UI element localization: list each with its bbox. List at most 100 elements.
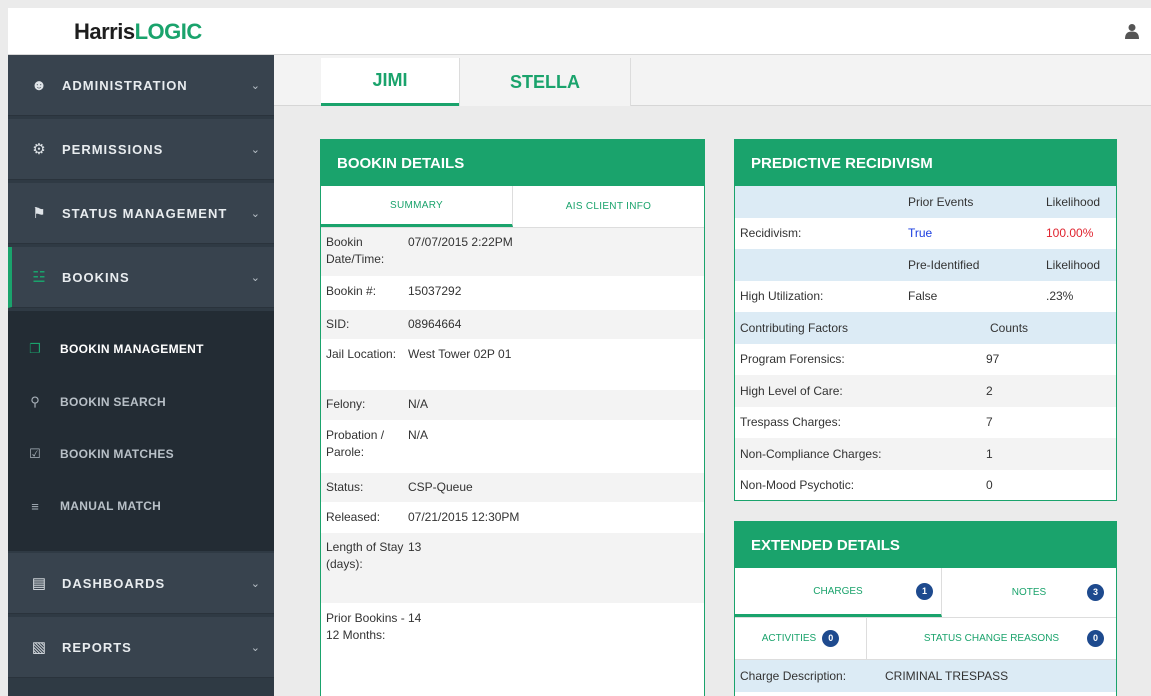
detail-key: Bookin #: <box>326 284 377 298</box>
table-row: Recidivism: True 100.00% <box>735 218 1116 250</box>
tab-ais-client-info[interactable]: AIS CLIENT INFO <box>513 186 704 227</box>
chevron-down-icon: ⌄ <box>250 577 260 590</box>
header-cell: Prior Events <box>908 194 974 209</box>
charge-row: Charge Description: CRIMINAL TRESPASS <box>735 660 1116 692</box>
tab-label: CHARGES <box>813 585 863 597</box>
tab-status-change-reasons[interactable]: STATUS CHANGE REASONS 0 <box>867 618 1116 659</box>
factor-count: 1 <box>986 446 993 461</box>
detail-value: CSP-Queue <box>408 480 473 494</box>
tab-activities[interactable]: ACTIVITIES 0 <box>735 618 867 659</box>
chevron-down-icon: ⌄ <box>250 207 260 220</box>
top-bar: HarrisLOGIC <box>8 8 1151 55</box>
extended-tabs-row-2: ACTIVITIES 0 STATUS CHANGE REASONS 0 <box>735 618 1116 660</box>
sidebar: ☻ ADMINISTRATION ⌄ ⚙ PERMISSIONS ⌄ ⚑ STA… <box>8 55 274 696</box>
tab-label: STATUS CHANGE REASONS <box>923 633 1060 644</box>
detail-row: Bookin Date/Time: 07/07/2015 2:22PM <box>321 228 704 277</box>
detail-key: Jail Location: <box>326 347 397 361</box>
sidebar-item-bookins[interactable]: ☳ BOOKINS ⌄ <box>8 247 274 308</box>
tab-stella[interactable]: STELLA <box>459 58 631 106</box>
factor-row: Non-Compliance Charges: 1 <box>735 438 1116 470</box>
row-label: High Utilization: <box>740 289 824 304</box>
bookin-details-title: BOOKIN DETAILS <box>321 140 704 186</box>
tab-jimi[interactable]: JIMI <box>321 58 459 106</box>
factor-count: 7 <box>986 415 993 430</box>
tab-charges[interactable]: CHARGES 1 <box>735 568 942 617</box>
detail-key: Released: <box>326 510 381 524</box>
count-badge: 0 <box>1087 630 1104 647</box>
detail-key: Status: <box>326 480 364 494</box>
table-header-row: Pre-Identified Likelihood <box>735 249 1116 281</box>
chevron-down-icon: ⌄ <box>250 271 260 284</box>
header-cell: Likelihood <box>1046 257 1101 272</box>
high-utilization-likelihood: .23% <box>1046 289 1074 304</box>
factor-row: High Level of Care: 2 <box>735 375 1116 407</box>
header-cell: Contributing Factors <box>740 320 849 335</box>
tab-summary[interactable]: SUMMARY <box>321 186 513 227</box>
predictive-recidivism-panel: PREDICTIVE RECIDIVISM Prior Events Likel… <box>734 139 1117 501</box>
detail-value: 15037292 <box>408 284 462 298</box>
factor-count: 0 <box>986 478 993 493</box>
sidebar-item-label: DASHBOARDS <box>62 575 166 591</box>
sidebar-item-administration[interactable]: ☻ ADMINISTRATION ⌄ <box>8 55 274 116</box>
detail-value: 14 <box>408 611 422 625</box>
group-icon: ☳ <box>32 269 46 286</box>
header-cell: Pre-Identified <box>908 257 980 272</box>
submenu-item-manual-match[interactable]: ≡ MANUAL MATCH <box>8 486 274 526</box>
detail-value: 08964664 <box>408 317 462 331</box>
extended-tabs-row-1: CHARGES 1 NOTES 3 <box>735 568 1116 618</box>
detail-value: N/A <box>408 428 429 442</box>
chevron-down-icon: ⌄ <box>250 79 260 92</box>
header-cell: Counts <box>990 320 1029 335</box>
sidebar-item-reports[interactable]: ▧ REPORTS ⌄ <box>8 617 274 678</box>
sidebar-item-status-management[interactable]: ⚑ STATUS MANAGEMENT ⌄ <box>8 183 274 244</box>
detail-row: Status: CSP-Queue <box>321 473 704 503</box>
submenu-item-bookin-matches[interactable]: ☑ BOOKIN MATCHES <box>8 434 274 474</box>
tags-icon: ⚑ <box>32 205 46 222</box>
sidebar-item-dashboards[interactable]: ▤ DASHBOARDS ⌄ <box>8 553 274 614</box>
submenu-item-label: BOOKIN MANAGEMENT <box>60 342 204 356</box>
recidivism-title: PREDICTIVE RECIDIVISM <box>735 140 1116 186</box>
submenu-item-label: MANUAL MATCH <box>60 499 162 513</box>
chevron-down-icon: ⌄ <box>250 641 260 654</box>
tab-label: NOTES <box>1011 587 1047 598</box>
sidebar-item-permissions[interactable]: ⚙ PERMISSIONS ⌄ <box>8 119 274 180</box>
logo-accent-text: LOGIC <box>134 19 203 44</box>
person-tab-bar: JIMI STELLA <box>274 55 1151 106</box>
bookin-subtabs: SUMMARY AIS CLIENT INFO <box>321 186 704 228</box>
detail-key: Length of Stay (days): <box>326 540 404 571</box>
submenu-item-bookin-search[interactable]: ⚲ BOOKIN SEARCH <box>8 382 274 422</box>
table-row: High Utilization: False .23% <box>735 281 1116 313</box>
tab-notes[interactable]: NOTES 3 <box>942 568 1116 617</box>
factor-row: Non-Mood Psychotic: 0 <box>735 470 1116 502</box>
submenu-item-label: BOOKIN SEARCH <box>60 395 166 409</box>
charge-value: CRIMINAL TRESPASS <box>885 669 1009 683</box>
bookins-submenu: ❐ BOOKIN MANAGEMENT ⚲ BOOKIN SEARCH ☑ BO… <box>8 311 274 551</box>
extended-details-title: EXTENDED DETAILS <box>735 522 1116 568</box>
factor-label: Program Forensics: <box>740 352 845 367</box>
table-header-row: Contributing Factors Counts <box>735 312 1116 344</box>
copy-icon: ❐ <box>29 341 41 356</box>
detail-key: SID: <box>326 317 350 331</box>
factor-row: Program Forensics: 97 <box>735 344 1116 376</box>
detail-row: Probation / Parole: N/A <box>321 421 704 473</box>
book-icon: ▧ <box>31 639 47 656</box>
detail-row: Prior Bookins - 12 Months: 14 <box>321 604 704 676</box>
detail-value: 07/07/2015 2:22PM <box>408 235 513 249</box>
bookin-detail-list: Bookin Date/Time: 07/07/2015 2:22PM Booki… <box>321 228 704 676</box>
factor-label: Non-Mood Psychotic: <box>740 478 855 493</box>
detail-row: Bookin #: 15037292 <box>321 277 704 310</box>
user-icon[interactable] <box>1125 23 1139 39</box>
factor-count: 2 <box>986 383 993 398</box>
count-badge: 3 <box>1087 584 1104 601</box>
count-badge: 0 <box>822 630 840 647</box>
check-square-icon: ☑ <box>29 446 41 461</box>
submenu-item-bookin-management[interactable]: ❐ BOOKIN MANAGEMENT <box>8 329 274 369</box>
detail-value: 13 <box>408 540 422 554</box>
cogs-icon: ⚙ <box>32 141 46 158</box>
detail-row: Felony: N/A <box>321 390 704 421</box>
table-header-row: Prior Events Likelihood <box>735 186 1116 218</box>
logo[interactable]: HarrisLOGIC <box>74 19 202 45</box>
sidebar-item-label: STATUS MANAGEMENT <box>62 205 228 221</box>
detail-key: Probation / Parole: <box>326 428 385 459</box>
detail-value: N/A <box>408 397 429 411</box>
